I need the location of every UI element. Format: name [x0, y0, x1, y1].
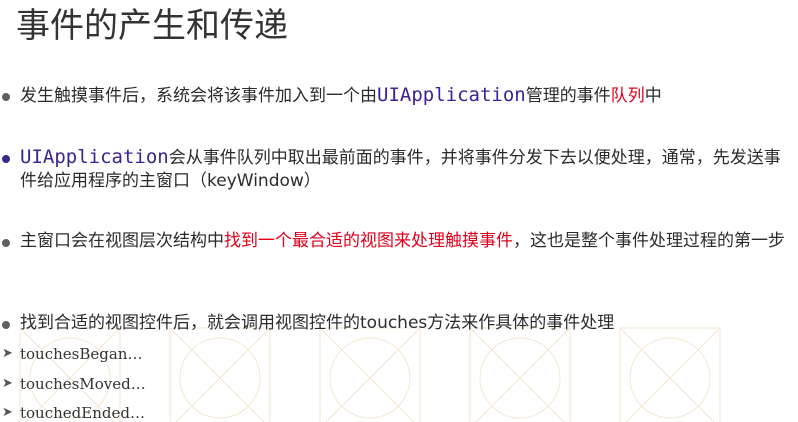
bullet-dot-icon — [2, 321, 10, 329]
page-title: 事件的产生和传递 — [16, 6, 288, 46]
arrowhead-icon: ➤ — [2, 376, 13, 391]
bullet-text: 主窗口会在视图层次结构中找到一个最合适的视图来处理触摸事件，这也是整个事件处理过… — [20, 230, 795, 253]
bullet-text: UIApplication会从事件队列中取出最前面的事件，并将事件分发下去以便处… — [20, 146, 795, 193]
bullet-dot-icon — [2, 239, 10, 247]
text-segment: 管理的事件 — [525, 86, 611, 106]
code-segment: UIApplication — [377, 84, 526, 106]
arrowhead-icon: ➤ — [2, 405, 13, 420]
arrowhead-icon: ➤ — [2, 346, 13, 361]
subitem-label: touchedEnded… — [20, 404, 145, 422]
slide: 事件的产生和传递 发生触摸事件后，系统会将该事件加入到一个由UIApplicat… — [0, 0, 798, 422]
highlight-segment: 队列 — [610, 86, 645, 106]
bullet-text: 找到合适的视图控件后，就会调用视图控件的touches方法来作具体的事件处理 — [20, 312, 795, 335]
text-segment: 找到合适的视图控件后，就会调用视图控件的touches方法来作具体的事件处理 — [20, 313, 615, 333]
bullet-dot-icon — [2, 155, 10, 163]
text-segment: 主窗口会在视图层次结构中 — [20, 231, 224, 251]
highlight-segment: 找到一个最合适的视图来处理触摸事件 — [224, 231, 513, 251]
code-segment: UIApplication — [20, 146, 169, 168]
text-segment: 发生触摸事件后，系统会将该事件加入到一个由 — [20, 86, 377, 106]
subitem-label: touchesBegan… — [20, 345, 143, 363]
text-segment: 中 — [644, 86, 662, 106]
text-segment: ，这也是整个事件处理过程的第一步 — [513, 231, 785, 251]
bullet-dot-icon — [2, 93, 10, 101]
bullet-text: 发生触摸事件后，系统会将该事件加入到一个由UIApplication管理的事件队… — [20, 84, 795, 108]
subitem-label: touchesMoved… — [20, 375, 146, 393]
